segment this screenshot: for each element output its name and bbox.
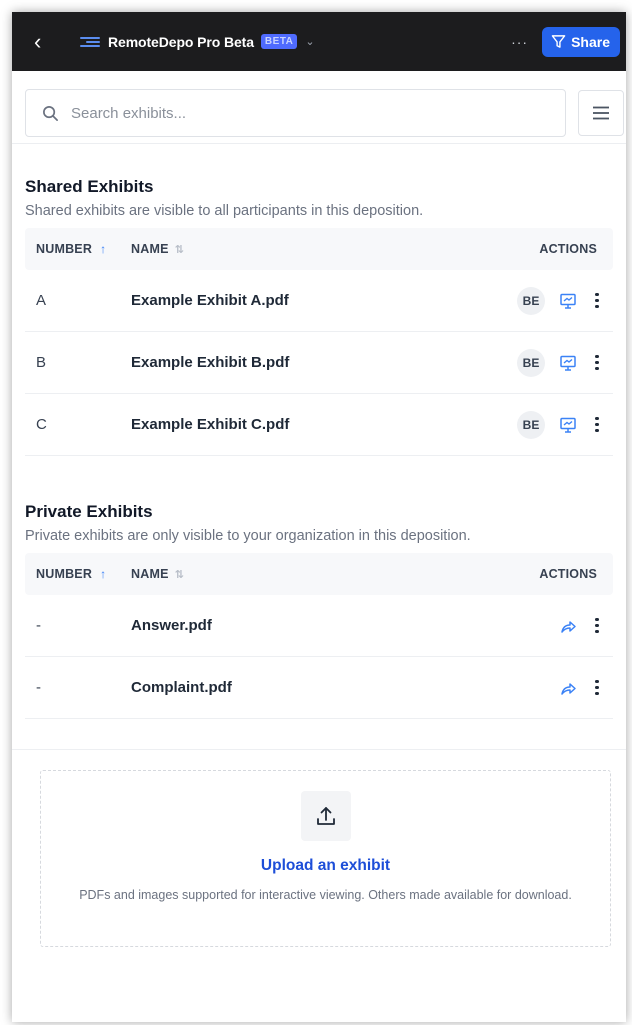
table-row[interactable]: C Example Exhibit C.pdf BE [25,394,613,456]
app-window: ‹ RemoteDepo Pro Beta BETA ⌄ ··· Share S… [12,12,626,1022]
back-button[interactable]: ‹ [34,30,64,53]
kebab-menu-icon[interactable] [595,354,599,371]
upload-dropzone[interactable]: Upload an exhibit PDFs and images suppor… [40,770,611,947]
private-exhibits-section: Private Exhibits Private exhibits are on… [12,502,626,719]
table-header: NUMBER ↑ NAME ⇅ ACTIONS [25,553,613,595]
share-funnel-icon [551,35,566,48]
present-icon[interactable] [559,416,577,434]
search-box[interactable] [25,89,566,137]
exhibit-number: - [36,679,41,696]
sort-icon: ⇅ [174,243,185,256]
chevron-down-icon[interactable]: ⌄ [305,35,314,48]
kebab-menu-icon[interactable] [595,679,599,696]
exhibit-name[interactable]: Example Exhibit B.pdf [131,354,517,371]
kebab-menu-icon[interactable] [595,617,599,634]
user-badge: BE [517,348,545,377]
column-label: NAME [131,242,169,256]
column-label: NAME [131,567,169,581]
more-options-button[interactable]: ··· [511,34,528,50]
table-row[interactable]: - Answer.pdf [25,595,613,657]
share-button[interactable]: Share [542,26,620,57]
exhibit-number: A [36,292,47,309]
share-arrow-icon[interactable] [559,679,577,697]
shared-exhibits-section: Shared Exhibits Shared exhibits are visi… [12,177,626,456]
kebab-menu-icon[interactable] [595,416,599,433]
sort-ascending-icon: ↑ [100,567,107,581]
exhibit-name[interactable]: Answer.pdf [131,617,545,634]
beta-badge: BETA [260,34,298,49]
menu-button[interactable] [578,90,624,136]
table-row[interactable]: B Example Exhibit B.pdf BE [25,332,613,394]
user-badge: BE [517,410,545,439]
section-description: Shared exhibits are visible to all parti… [25,203,424,219]
exhibit-name[interactable]: Example Exhibit A.pdf [131,292,517,309]
table-header: NUMBER ↑ NAME ⇅ ACTIONS [25,228,613,270]
search-input[interactable] [69,103,533,123]
exhibit-number: B [36,354,47,371]
top-bar: ‹ RemoteDepo Pro Beta BETA ⌄ ··· Share [12,12,626,71]
table-row[interactable]: A Example Exhibit A.pdf BE [25,270,613,332]
app-title[interactable]: RemoteDepo Pro Beta [108,34,254,50]
present-icon[interactable] [559,354,577,372]
search-bar [12,71,626,144]
exhibit-name[interactable]: Complaint.pdf [131,679,545,696]
hamburger-icon [593,106,609,120]
section-title: Private Exhibits [25,502,153,521]
actions-column-header: ACTIONS [539,242,597,256]
exhibit-name[interactable]: Example Exhibit C.pdf [131,416,517,433]
exhibit-number: - [36,617,41,634]
column-label: NUMBER [36,567,93,581]
sort-ascending-icon: ↑ [100,242,107,256]
share-label: Share [571,33,610,50]
table-row[interactable]: - Complaint.pdf [25,657,613,719]
column-label: NUMBER [36,242,93,256]
kebab-menu-icon[interactable] [595,292,599,309]
app-logo-icon [80,36,100,47]
name-column-header[interactable]: NAME ⇅ [131,567,539,581]
exhibit-number: C [36,416,47,433]
search-icon [43,105,58,121]
present-icon[interactable] [559,292,577,310]
user-badge: BE [517,286,545,315]
section-title: Shared Exhibits [25,177,154,196]
sort-icon: ⇅ [174,568,185,581]
section-description: Private exhibits are only visible to you… [25,528,471,544]
number-column-header[interactable]: NUMBER ↑ [25,567,131,581]
upload-area-wrapper: Upload an exhibit PDFs and images suppor… [12,750,626,947]
actions-column-header: ACTIONS [539,567,597,581]
number-column-header[interactable]: NUMBER ↑ [25,242,131,256]
upload-icon[interactable] [300,791,351,841]
upload-link[interactable]: Upload an exhibit [261,857,390,875]
name-column-header[interactable]: NAME ⇅ [131,242,539,256]
upload-description: PDFs and images supported for interactiv… [79,888,572,902]
share-arrow-icon[interactable] [559,617,577,635]
